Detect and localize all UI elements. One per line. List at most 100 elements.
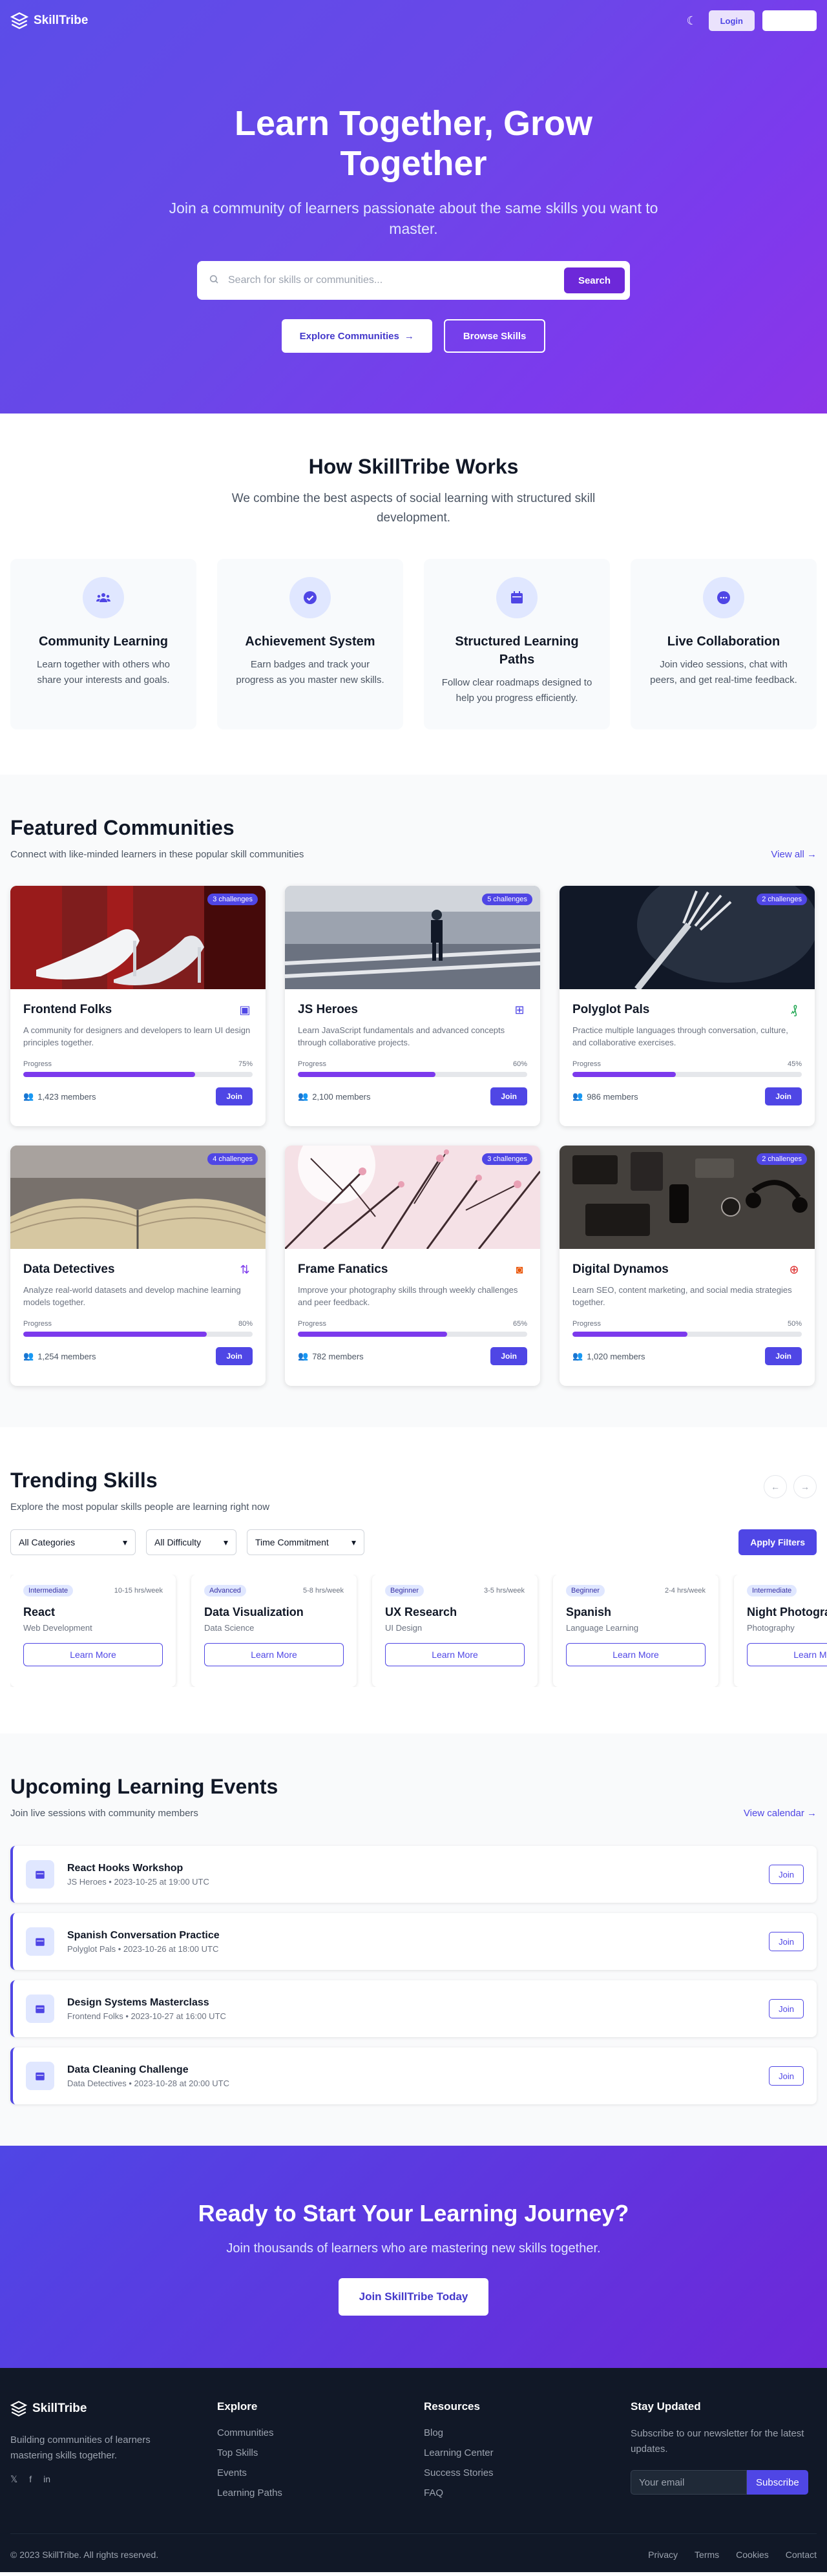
linkedin-icon[interactable]: in (43, 2474, 50, 2485)
community-name: JS Heroes (298, 1003, 358, 1016)
learn-more-button[interactable]: Learn More (204, 1643, 344, 1666)
calendar-icon (26, 1995, 54, 2023)
progress-value: 50% (787, 1320, 802, 1328)
category-select[interactable]: All Categories ▾ (10, 1529, 136, 1555)
footer-link[interactable]: Learning Paths (217, 2487, 424, 2498)
learn-more-button[interactable]: Learn More (23, 1643, 163, 1666)
skill-card[interactable]: Beginner 3-5 hrs/week UX Research UI Desi… (372, 1575, 538, 1687)
footer-link[interactable]: Blog (424, 2427, 631, 2438)
calendar-icon (26, 1860, 54, 1889)
apply-filters-button[interactable]: Apply Filters (738, 1529, 817, 1555)
skill-category: UI Design (385, 1623, 423, 1633)
subscribe-button[interactable]: Subscribe (747, 2470, 808, 2495)
signup-button[interactable] (762, 10, 817, 31)
hours-label: 5-8 hrs/week (303, 1587, 344, 1595)
community-card[interactable]: 3 challenges Frontend Folks ▣ A community… (10, 886, 266, 1126)
cta-text: Join thousands of learners who are maste… (226, 2241, 601, 2256)
community-name: Frontend Folks (23, 1003, 112, 1016)
member-count: 👥 1,020 members (572, 1351, 645, 1361)
skills-carousel: Intermediate 10-15 hrs/week React Web Dev… (10, 1575, 827, 1687)
footer-link-cookies[interactable]: Cookies (736, 2550, 769, 2560)
event-title: React Hooks Workshop (67, 1862, 183, 1874)
explore-communities-button[interactable]: Explore Communities → (281, 319, 432, 353)
footer-link-terms[interactable]: Terms (695, 2550, 719, 2560)
community-card[interactable]: 3 challenges Frame Fanatics ◙ Improve you… (285, 1146, 540, 1386)
challenges-badge: 2 challenges (757, 1153, 807, 1165)
footer-brand[interactable]: SkillTribe (10, 2400, 217, 2417)
join-button[interactable]: Join (765, 1087, 802, 1105)
learn-more-button[interactable]: Learn More (385, 1643, 525, 1666)
features-list: Community Learning Learn together with o… (10, 559, 817, 729)
search-input[interactable] (228, 275, 556, 286)
members-label: 782 members (312, 1351, 364, 1361)
hero-subtitle: Join a community of learners passionate … (169, 200, 658, 237)
community-card[interactable]: 2 challenges Polyglot Pals ₰ Practice mul… (560, 886, 815, 1126)
join-button[interactable]: Join (765, 1347, 802, 1365)
hours-label: 2-4 hrs/week (665, 1587, 706, 1595)
event-join-button[interactable]: Join (769, 2066, 804, 2086)
community-name: Frame Fanatics (298, 1262, 388, 1276)
event-join-button[interactable]: Join (769, 1932, 804, 1951)
calendar-icon (26, 1927, 54, 1956)
carousel-next-button[interactable]: → (793, 1475, 817, 1498)
event-join-button[interactable]: Join (769, 1999, 804, 2018)
member-count: 👥 1,423 members (23, 1091, 96, 1102)
skill-card[interactable]: Beginner 2-4 hrs/week Spanish Language Le… (553, 1575, 718, 1687)
search-button[interactable]: Search (563, 267, 625, 293)
learn-more-button[interactable]: Learn More (566, 1643, 706, 1666)
browse-skills-button[interactable]: Browse Skills (443, 319, 546, 353)
join-button[interactable]: Join (216, 1347, 253, 1365)
progress-label: Progress (23, 1060, 52, 1068)
footer-link-contact[interactable]: Contact (786, 2550, 817, 2560)
view-all-link[interactable]: View all → (771, 849, 817, 860)
progress-fill (572, 1072, 676, 1077)
progress-label: Progress (572, 1320, 602, 1328)
top-nav: SkillTribe ☾ Login (0, 0, 827, 41)
community-card[interactable]: 5 challenges JS Heroes ⊞ Learn JavaScript… (285, 886, 540, 1126)
time-commitment-select[interactable]: Time Commitment ▾ (247, 1529, 364, 1555)
event-join-button[interactable]: Join (769, 1865, 804, 1884)
join-skilltribe-button[interactable]: Join SkillTribe Today (338, 2278, 489, 2316)
badge-check-icon (289, 577, 331, 618)
explore-communities-label: Explore Communities (299, 330, 399, 342)
footer-link[interactable]: Top Skills (217, 2447, 424, 2458)
footer-link-privacy[interactable]: Privacy (648, 2550, 678, 2560)
facebook-icon[interactable]: f (29, 2474, 32, 2485)
join-button[interactable]: Join (490, 1087, 527, 1105)
level-badge: Intermediate (747, 1585, 797, 1597)
carousel-prev-button[interactable]: ← (764, 1475, 787, 1498)
footer-link[interactable]: Success Stories (424, 2467, 631, 2478)
footer-link[interactable]: FAQ (424, 2487, 631, 2498)
footer-about: Building communities of learners masteri… (10, 2435, 151, 2461)
community-card[interactable]: 4 challenges Data Detectives ⇅ Analyze re… (10, 1146, 266, 1386)
progress-fill (298, 1072, 435, 1077)
skill-card[interactable]: Advanced 5-8 hrs/week Data Visualization … (191, 1575, 357, 1687)
member-count: 👥 1,254 members (23, 1351, 96, 1361)
join-button[interactable]: Join (216, 1087, 253, 1105)
view-calendar-link[interactable]: View calendar → (744, 1808, 817, 1819)
footer: SkillTribe Building communities of learn… (0, 2368, 827, 2572)
newsletter-email-input[interactable] (631, 2470, 747, 2495)
progress-label: Progress (23, 1320, 52, 1328)
progress-fill (23, 1072, 196, 1077)
join-button[interactable]: Join (490, 1347, 527, 1365)
difficulty-select[interactable]: All Difficulty ▾ (146, 1529, 236, 1555)
footer-link[interactable]: Learning Center (424, 2447, 631, 2458)
footer-link[interactable]: Communities (217, 2427, 424, 2438)
skill-card[interactable]: Intermediate 10-15 hrs/week React Web Dev… (10, 1575, 176, 1687)
footer-resources-column: Resources Blog Learning Center Success S… (424, 2400, 631, 2508)
events-list: React Hooks Workshop JS Heroes • 2023-10-… (10, 1846, 817, 2104)
copyright: © 2023 SkillTribe. All rights reserved. (10, 2550, 159, 2560)
hours-label: 10-15 hrs/week (114, 1587, 163, 1595)
community-card[interactable]: 2 challenges Digital Dynamos ⊕ Learn SEO,… (560, 1146, 815, 1386)
skill-card[interactable]: Intermediate4-6 Night Photography Photog… (734, 1575, 827, 1687)
login-button[interactable]: Login (708, 10, 755, 31)
skill-name: Spanish (566, 1606, 612, 1618)
brand[interactable]: SkillTribe (10, 12, 88, 30)
dark-mode-toggle-icon[interactable]: ☾ (683, 12, 701, 30)
x-twitter-icon[interactable]: 𝕏 (10, 2474, 17, 2485)
feature-title: Structured Learning Paths (455, 634, 579, 667)
social-links: 𝕏 f in (10, 2474, 217, 2485)
learn-more-button[interactable]: Learn More (747, 1643, 827, 1666)
footer-link[interactable]: Events (217, 2467, 424, 2478)
